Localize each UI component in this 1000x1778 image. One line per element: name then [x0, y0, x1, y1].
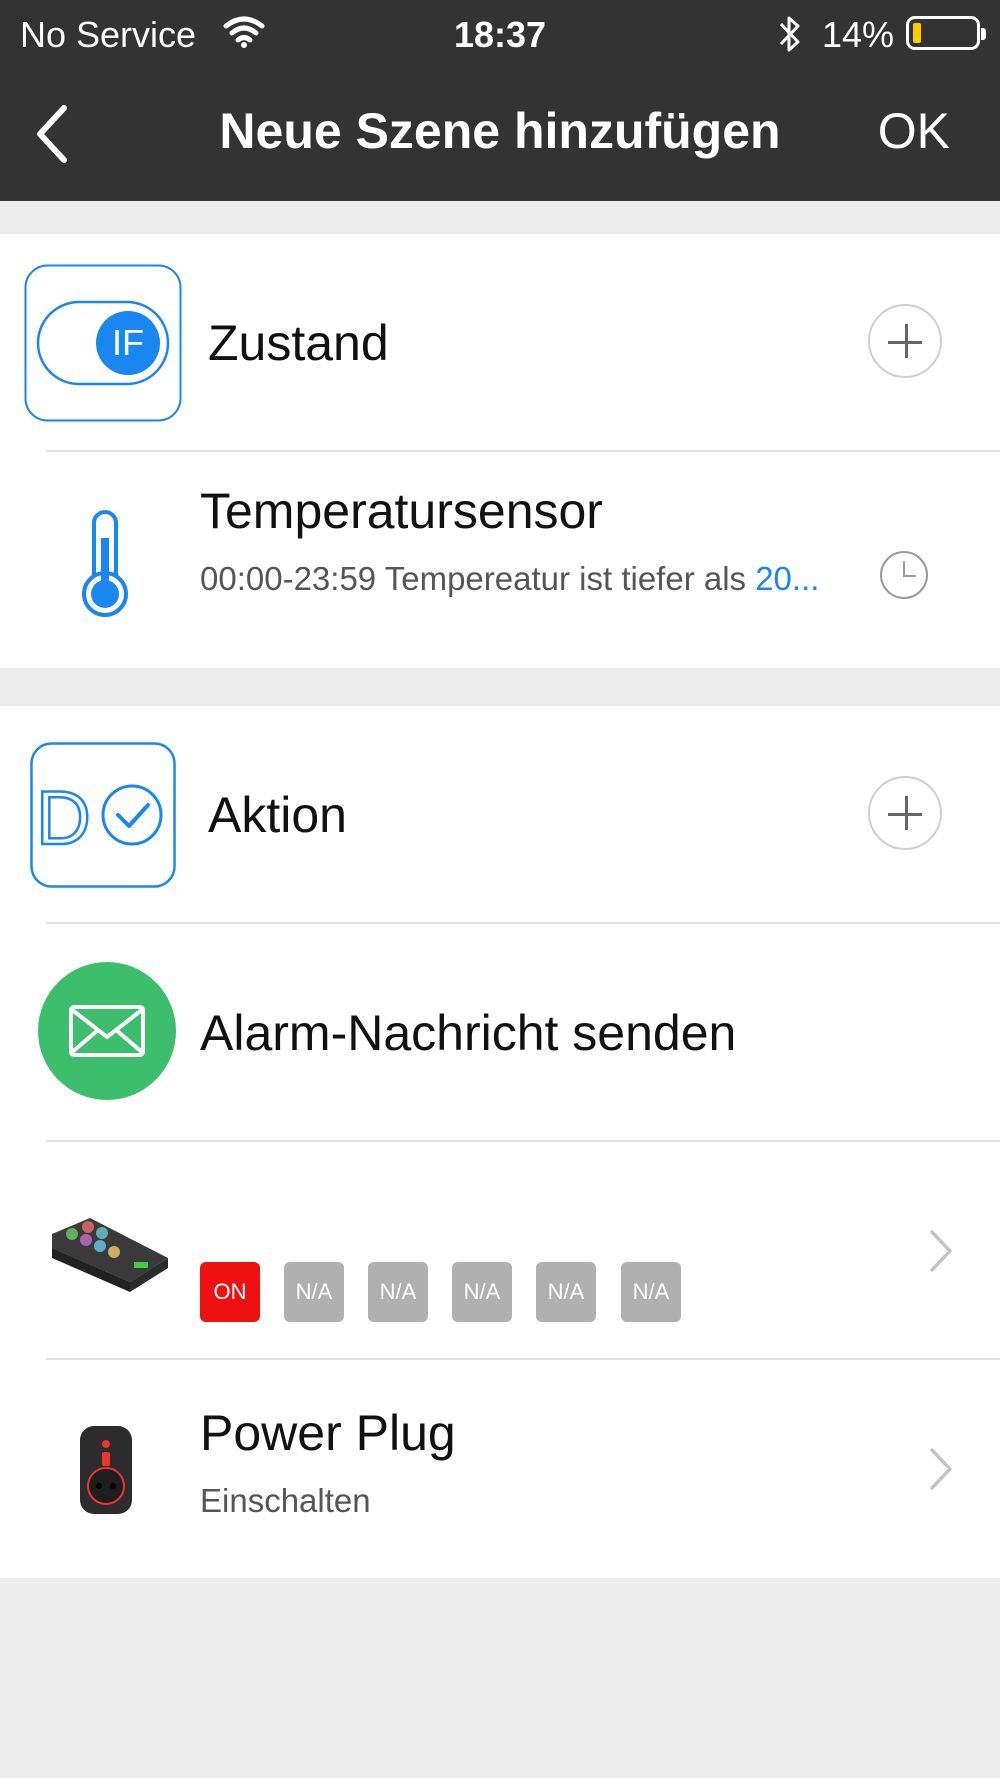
- socket-2-status[interactable]: N/A: [284, 1262, 344, 1322]
- add-action-button[interactable]: [868, 776, 942, 850]
- do-badge-text: D: [36, 776, 91, 861]
- temperature-value: 20...: [755, 560, 820, 597]
- item-title: Power Plug: [200, 1405, 456, 1461]
- battery-icon: [906, 16, 986, 50]
- socket-1-status[interactable]: ON: [200, 1262, 260, 1322]
- socket-5-status[interactable]: N/A: [536, 1262, 596, 1322]
- ok-button[interactable]: OK: [878, 102, 950, 160]
- clock-icon[interactable]: [879, 550, 929, 600]
- do-action-icon: D: [30, 742, 176, 888]
- if-badge-text: IF: [112, 322, 144, 363]
- battery-fill: [913, 23, 921, 43]
- list-item-alarm-message[interactable]: Alarm-Nachricht senden: [0, 924, 1000, 1140]
- power-plug-image: [80, 1426, 132, 1514]
- action-header: D Aktion: [0, 706, 1000, 922]
- power-strip-image: [52, 1218, 168, 1292]
- action-section: D Aktion Alarm-Nachricht senden ON N/A N…: [0, 706, 1000, 1578]
- item-subtitle: 00:00-23:59 Tempereatur ist tiefer als 2…: [200, 560, 820, 597]
- item-title: Alarm-Nachricht senden: [200, 1005, 737, 1061]
- top-bar: No Service 18:37 14% Neue Szene hinzufüg…: [0, 0, 1000, 201]
- battery-percent: 14%: [822, 14, 895, 55]
- list-item-power-plug[interactable]: Power Plug Einschalten: [0, 1360, 1000, 1578]
- list-item-temperature-sensor[interactable]: Temperatursensor 00:00-23:59 Tempereatur…: [0, 452, 1000, 668]
- chevron-right-icon: [930, 1230, 952, 1272]
- socket-3-status[interactable]: N/A: [368, 1262, 428, 1322]
- condition-section: IF Zustand Temperatursensor 00:00-23:59 …: [0, 234, 1000, 668]
- add-condition-button[interactable]: [868, 304, 942, 378]
- condition-title: Zustand: [208, 315, 389, 371]
- action-title: Aktion: [208, 787, 347, 843]
- list-item-power-strip[interactable]: ON N/A N/A N/A N/A N/A: [0, 1142, 1000, 1358]
- bluetooth-icon: [779, 16, 800, 52]
- chevron-right-icon: [930, 1448, 952, 1490]
- condition-header: IF Zustand: [0, 234, 1000, 450]
- socket-4-status[interactable]: N/A: [452, 1262, 512, 1322]
- status-bar: No Service 18:37 14%: [0, 0, 1000, 70]
- item-title: Temperatursensor: [200, 483, 603, 539]
- if-condition-icon: IF: [24, 264, 182, 422]
- thermometer-icon: [82, 510, 128, 617]
- item-subtitle: Einschalten: [200, 1482, 371, 1519]
- page-title: Neue Szene hinzufügen: [219, 103, 781, 159]
- socket-6-status[interactable]: N/A: [621, 1262, 681, 1322]
- navigation-bar: Neue Szene hinzufügen OK: [0, 70, 1000, 201]
- envelope-icon: [38, 962, 176, 1100]
